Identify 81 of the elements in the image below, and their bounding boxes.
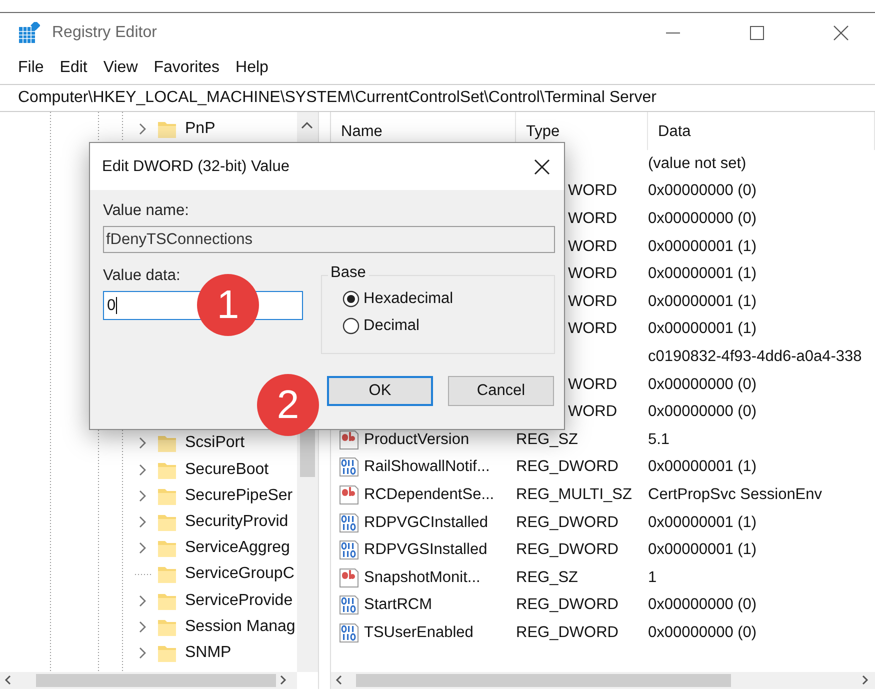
value-data: CertPropSvc SessionEnv — [648, 486, 824, 504]
value-name[interactable]: TSUserEnabled — [364, 624, 474, 642]
tree-item[interactable]: SecurePipeSer — [185, 486, 293, 505]
value-data: 0x00000001 (1) — [648, 292, 758, 311]
value-type: WORD — [567, 265, 618, 284]
value-data: 0x00000001 (1) — [648, 541, 758, 560]
value-data: (value not set) — [648, 154, 748, 173]
tree-item[interactable]: ServiceGroupC — [185, 565, 294, 584]
ok-button[interactable]: OK — [327, 376, 433, 406]
value-data: 0x00000001 (1) — [648, 238, 758, 256]
value-data: 0x00000000 (0) — [648, 376, 758, 394]
tree-item[interactable]: SecurityProvid — [185, 513, 288, 532]
value-type: REG_DWORD — [516, 624, 620, 642]
value-type: REG_SZ — [516, 568, 580, 587]
value-type: REG_DWORD — [516, 514, 620, 532]
close-icon — [532, 156, 552, 176]
cancel-button[interactable]: Cancel — [448, 376, 554, 406]
value-data: 0x00000000 (0) — [648, 403, 758, 422]
tree-item[interactable]: SecureBoot — [185, 460, 269, 479]
value-name[interactable]: SnapshotMonit... — [364, 568, 480, 587]
field-label: Value data: — [103, 267, 182, 285]
value-type: REG_DWORD — [516, 458, 620, 476]
value-data: 0x00000000 (0) — [648, 624, 758, 642]
tree-item[interactable]: ScsiPort — [185, 434, 245, 452]
window-title: Registry Editor — [52, 24, 157, 42]
folder-icon — [157, 512, 177, 532]
value-type: REG_SZ — [516, 430, 580, 449]
address-bar[interactable]: Computer\HKEY_LOCAL_MACHINE\SYSTEM\CurrentControlSet\Control\Terminal Server — [0, 84, 875, 112]
value-type: REG_DWORD — [516, 596, 620, 614]
registry-editor-icon — [18, 22, 40, 44]
value-data: 0x00000001 (1) — [648, 458, 758, 476]
value-type: WORD — [567, 292, 618, 311]
menu-item[interactable]: Edit — [52, 59, 96, 77]
value-data: 0x00000001 (1) — [648, 265, 758, 284]
close-icon — [833, 24, 849, 40]
value-data: c0190832-4f93-4dd6-a0a4-338 — [648, 348, 863, 366]
maximize-icon — [749, 24, 765, 40]
value-type: REG_MULTI_SZ — [516, 486, 633, 504]
dialog-title: Edit DWORD (32-bit) Value — [102, 158, 290, 176]
folder-icon — [157, 119, 177, 140]
tree-horizontal-scrollbar[interactable] — [0, 672, 297, 689]
radio-label[interactable]: Decimal — [364, 317, 420, 335]
radio-label[interactable]: Hexadecimal — [364, 290, 454, 308]
value-name[interactable]: RDPVGCInstalled — [364, 514, 488, 532]
value-name[interactable]: StartRCM — [364, 596, 432, 614]
menu-item[interactable]: File — [10, 59, 52, 77]
minimize-icon — [665, 32, 681, 34]
tree-item[interactable]: Session Manag — [185, 618, 296, 636]
folder-icon — [157, 433, 177, 454]
value-data: 0x00000000 (0) — [648, 182, 758, 200]
scrollbar-thumb[interactable] — [300, 429, 315, 477]
value-name-field[interactable]: fDenyTSConnections — [103, 226, 555, 253]
value-type: REG_DWORD — [516, 541, 620, 560]
field-label: Value name: — [103, 202, 190, 220]
tree-item[interactable]: ServiceProvide — [185, 592, 293, 610]
value-data: 5.1 — [648, 430, 671, 449]
value-name[interactable]: RailShowallNotif... — [364, 458, 490, 476]
tree-item[interactable]: ServiceAggreg — [185, 539, 290, 558]
value-name[interactable]: RCDependentSe... — [364, 486, 494, 504]
value-name[interactable]: ProductVersion — [364, 430, 470, 449]
value-type: WORD — [567, 182, 618, 200]
list-horizontal-scrollbar[interactable] — [331, 672, 875, 689]
value-type: WORD — [567, 238, 618, 256]
value-type: WORD — [567, 210, 618, 228]
value-type: WORD — [567, 320, 618, 338]
tree-item[interactable]: SNMP — [185, 644, 232, 662]
folder-icon — [157, 538, 177, 558]
scroll-up-icon — [300, 120, 314, 130]
value-type: WORD — [567, 403, 618, 422]
value-data: 0x00000000 (0) — [648, 210, 758, 228]
value-data: 0x00000000 (0) — [648, 596, 758, 614]
value-data: 0x00000001 (1) — [648, 320, 758, 338]
tree-item[interactable]: PnP — [185, 120, 216, 138]
menu-item[interactable]: Help — [228, 59, 276, 77]
menu-item[interactable]: Favorites — [146, 59, 228, 77]
column-header[interactable]: Data — [648, 112, 875, 150]
value-data: 1 — [648, 568, 658, 587]
menu-item[interactable]: View — [95, 59, 146, 77]
folder-icon — [157, 564, 177, 584]
value-name[interactable]: RDPVGSInstalled — [364, 541, 488, 560]
value-data: 0x00000001 (1) — [648, 514, 758, 532]
